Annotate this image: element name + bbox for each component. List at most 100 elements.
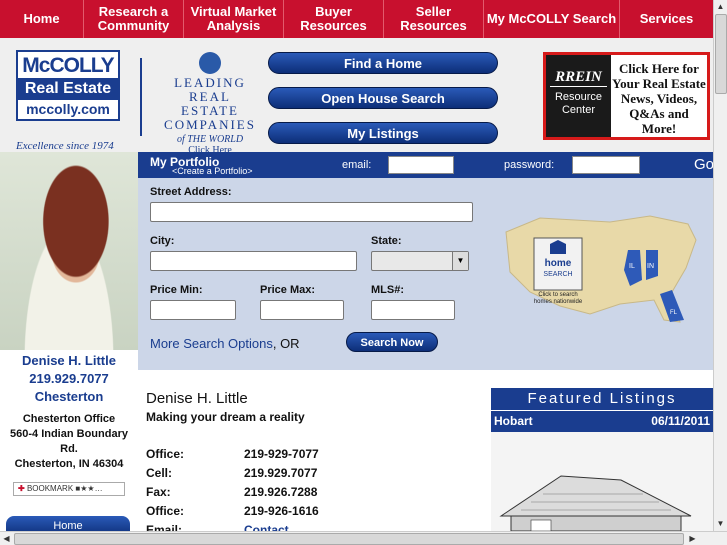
bookmark-button[interactable]: ✚ BOOKMARK ■★★… (13, 482, 125, 496)
create-portfolio-link[interactable]: <Create a Portfolio> (172, 166, 253, 176)
contact-value: 219.926.7288 (244, 485, 318, 499)
lrec-line3: COMPANIES (164, 117, 256, 132)
state-select[interactable]: ▼ (371, 251, 469, 271)
mls-input[interactable] (371, 300, 455, 320)
nav-buyer-resources[interactable]: Buyer Resources (284, 0, 384, 38)
featured-listings: Featured Listings Hobart 06/11/2011 (491, 388, 713, 532)
open-house-search-button[interactable]: Open House Search (268, 87, 498, 109)
featured-listing-row[interactable]: Hobart 06/11/2011 (491, 410, 713, 432)
contact-label: Office: (146, 447, 185, 461)
logo-brand: McCOLLY (22, 54, 114, 77)
portfolio-bar: My Portfolio <Create a Portfolio> email:… (138, 152, 714, 178)
rrein-sub: Resource Center (554, 91, 603, 116)
contact-label: Fax: (146, 485, 171, 499)
details-tagline: Making your dream a reality (146, 410, 305, 424)
search-now-button[interactable]: Search Now (346, 332, 438, 352)
street-label: Street Address: (150, 186, 232, 198)
logo-sub: Real Estate (18, 78, 118, 100)
contact-value: 219-926-1616 (244, 504, 319, 518)
plus-icon: ✚ (18, 484, 25, 493)
agent-photo (0, 152, 138, 350)
find-a-home-button[interactable]: Find a Home (268, 52, 498, 74)
more-search-options-link[interactable]: More Search Options (150, 336, 273, 351)
main-nav: Home Research a Community Virtual Market… (0, 0, 713, 38)
map-caption-1: Click to search (538, 292, 577, 298)
contact-label: Office: (146, 504, 185, 518)
scroll-down-icon[interactable]: ▼ (714, 517, 727, 530)
site-header: McCOLLY Real Estate mccolly.com Excellen… (0, 38, 713, 156)
go-button[interactable]: Go (694, 156, 714, 173)
horizontal-scroll-thumb[interactable] (14, 533, 684, 545)
rrein-text: Click Here for Your Real Estate News, Vi… (612, 61, 706, 136)
agent-name: Denise H. Little (22, 353, 116, 368)
password-label: password: (504, 159, 555, 171)
horizontal-scrollbar[interactable]: ◀ ▶ (0, 531, 727, 545)
nav-services[interactable]: Services (620, 0, 713, 38)
state-fl: FL (670, 310, 678, 316)
or-text: , OR (272, 336, 300, 351)
home-search-map[interactable]: IL IN FL home SEARCH Click to search hom… (500, 210, 700, 330)
nav-seller-resources[interactable]: Seller Resources (384, 0, 484, 38)
office-city: Chesterton, IN 46304 (14, 458, 124, 470)
state-in: IN (647, 263, 654, 270)
my-listings-button[interactable]: My Listings (268, 122, 498, 144)
mls-label: MLS#: (371, 284, 404, 296)
contact-row: Office: 219-929-7077 (146, 447, 319, 461)
price-min-label: Price Min: (150, 284, 203, 296)
agent-sidebar: Denise H. Little 219.929.7077 Chesterton… (0, 152, 138, 536)
rrein-banner[interactable]: RREIN Resource Center Click Here for You… (543, 52, 710, 140)
nav-research-community[interactable]: Research a Community (84, 0, 184, 38)
price-max-label: Price Max: (260, 284, 316, 296)
listing-date: 06/11/2011 (651, 414, 710, 428)
map-caption-2: homes nationwide (534, 299, 583, 305)
vertical-scroll-thumb[interactable] (715, 14, 727, 94)
globe-icon (199, 52, 221, 74)
logo-domain: mccolly.com (26, 101, 110, 117)
lrec-line4: of THE WORLD (176, 134, 244, 145)
logo-tagline: Excellence since 1974 (16, 140, 114, 152)
contact-row: Cell: 219.929.7077 (146, 466, 317, 480)
listing-city: Hobart (494, 414, 533, 428)
scroll-left-icon[interactable]: ◀ (0, 532, 13, 545)
lrec-line2: REAL ESTATE (181, 89, 239, 118)
lrec-line1: LEADING (174, 75, 246, 90)
scroll-right-icon[interactable]: ▶ (686, 532, 699, 545)
vertical-scrollbar[interactable]: ▲ ▼ (713, 0, 727, 531)
bookmark-label: BOOKMARK (26, 484, 74, 493)
header-divider (140, 58, 142, 136)
nav-my-search[interactable]: My McCOLLY Search (484, 0, 620, 38)
contact-value: 219.929.7077 (244, 466, 318, 480)
state-il: IL (629, 263, 635, 270)
badge-search: SEARCH (543, 271, 572, 278)
listing-house-image[interactable] (491, 432, 713, 532)
nav-home[interactable]: Home (0, 0, 84, 38)
office-street: 560-4 Indian Boundary Rd. (10, 428, 128, 455)
password-input[interactable] (572, 156, 640, 174)
scroll-up-icon[interactable]: ▲ (714, 0, 727, 13)
contact-row: Office: 219-926-1616 (146, 504, 319, 518)
leading-real-estate-link[interactable]: LEADING REAL ESTATE COMPANIES of THE WOR… (160, 52, 260, 156)
agent-details: Denise H. Little Making your dream a rea… (138, 370, 488, 537)
city-input[interactable] (150, 251, 357, 271)
rrein-logo: RREIN (550, 69, 607, 87)
price-min-input[interactable] (150, 300, 236, 320)
featured-title: Featured Listings (491, 388, 713, 410)
rrein-badge: RREIN Resource Center (546, 55, 611, 137)
agent-city: Chesterton (34, 389, 104, 404)
chevron-down-icon: ▼ (452, 252, 468, 270)
email-input[interactable] (388, 156, 454, 174)
price-max-input[interactable] (260, 300, 344, 320)
more-search-options: More Search Options, OR (150, 336, 300, 351)
badge-home: home (545, 258, 572, 269)
city-label: City: (150, 235, 175, 247)
contact-row: Fax: 219.926.7288 (146, 485, 317, 499)
contact-value: 219-929-7077 (244, 447, 319, 461)
state-label: State: (371, 235, 402, 247)
office-address: Chesterton Office 560-4 Indian Boundary … (0, 412, 138, 472)
email-label: email: (342, 159, 372, 171)
agent-phone: 219.929.7077 (29, 371, 109, 386)
street-input[interactable] (150, 202, 473, 222)
search-panel: My Portfolio <Create a Portfolio> email:… (138, 152, 714, 370)
nav-virtual-market-analysis[interactable]: Virtual Market Analysis (184, 0, 284, 38)
details-name: Denise H. Little (146, 390, 248, 407)
